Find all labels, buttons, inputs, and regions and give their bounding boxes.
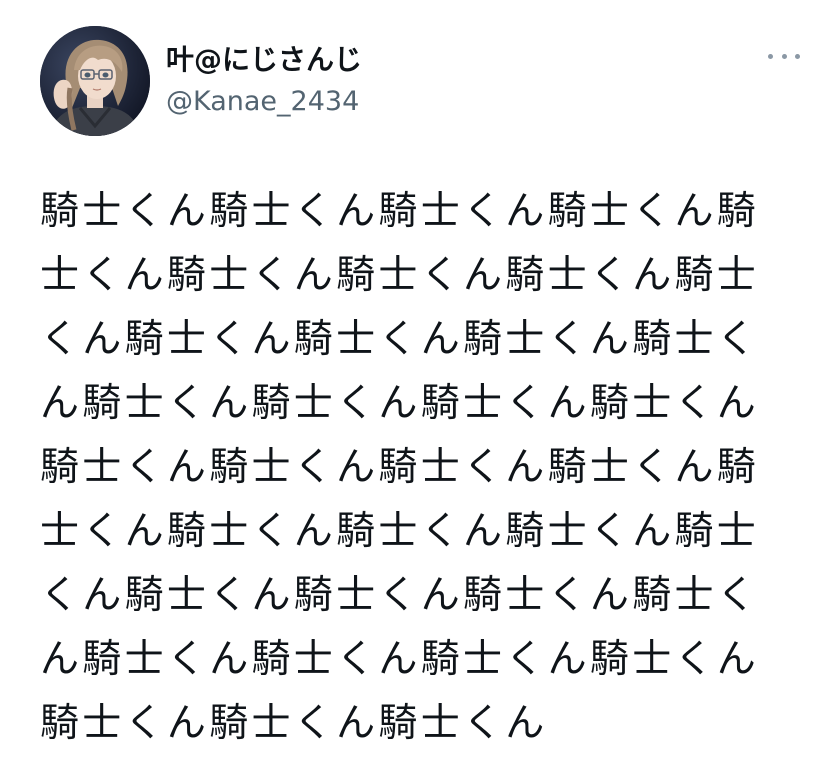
user-handle[interactable]: @Kanae_2434 <box>166 84 362 120</box>
menu-dot <box>795 53 800 59</box>
tweet-header: 叶@にじさんじ @Kanae_2434 <box>40 26 800 138</box>
more-options-icon[interactable] <box>768 44 800 68</box>
avatar-illustration <box>40 26 150 136</box>
tweet-card: 叶@にじさんじ @Kanae_2434 騎士くん騎士くん騎士くん騎士くん騎士くん… <box>0 0 828 779</box>
display-name[interactable]: 叶@にじさんじ <box>166 42 362 78</box>
avatar[interactable] <box>40 26 150 136</box>
menu-dot <box>768 53 773 59</box>
tweet-text: 騎士くん騎士くん騎士くん騎士くん騎士くん騎士くん騎士くん騎士くん騎士くん騎士くん… <box>40 189 760 746</box>
menu-dot <box>781 53 787 59</box>
author-names: 叶@にじさんじ @Kanae_2434 <box>166 42 362 120</box>
